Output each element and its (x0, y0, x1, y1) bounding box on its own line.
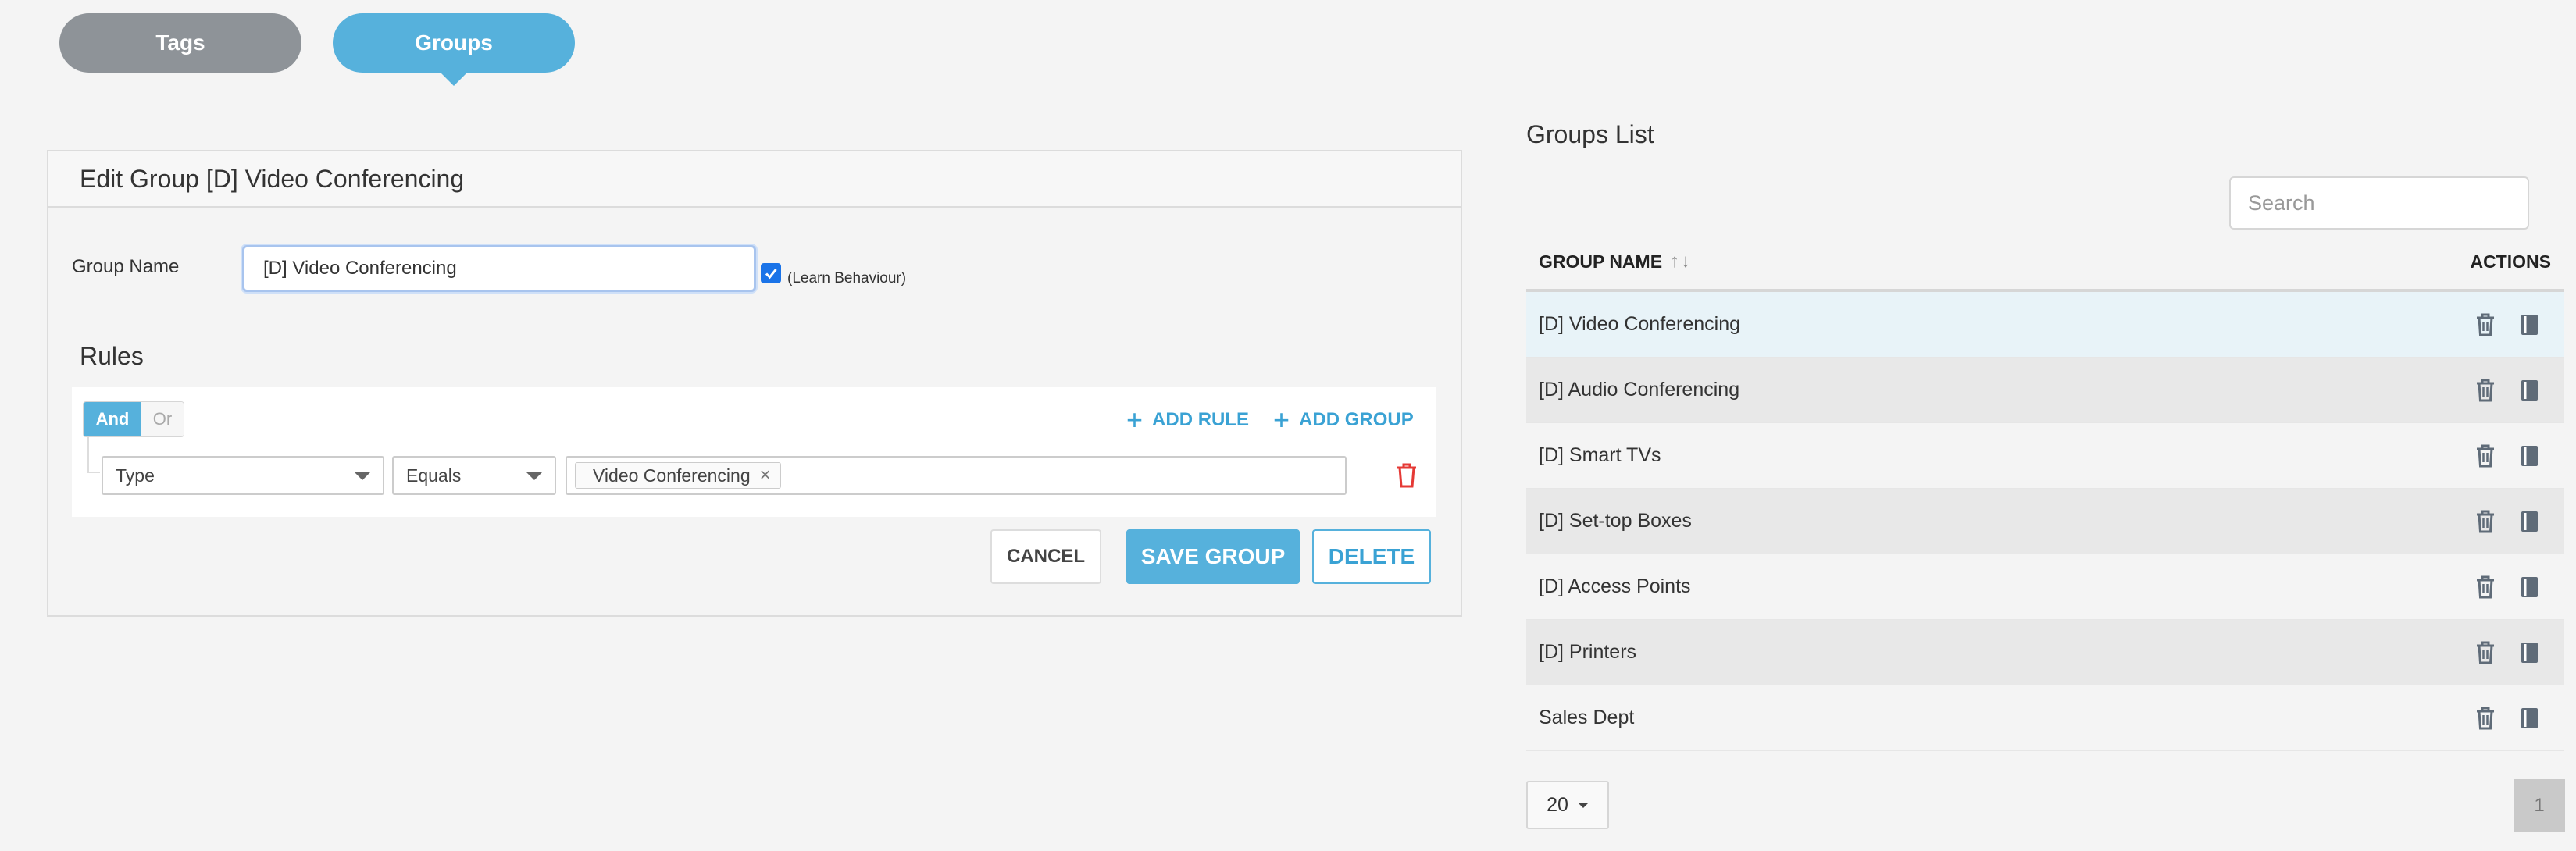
row-actions (2474, 707, 2564, 730)
learn-behaviour-checkbox[interactable] (761, 263, 781, 283)
trash-icon[interactable] (2474, 707, 2496, 730)
table-row[interactable]: Sales Dept (1526, 685, 2564, 751)
edit-group-title: Edit Group [D] Video Conferencing (48, 151, 1461, 208)
or-button[interactable]: Or (141, 402, 184, 436)
actions-column-header: ACTIONS (2470, 251, 2552, 272)
tab-groups[interactable]: Groups (333, 13, 575, 73)
rules-builder: And Or + ADD RULE + ADD GROUP Type Equal… (72, 387, 1436, 517)
rule-value-chip-label: Video Conferencing (593, 465, 751, 486)
rule-value-input[interactable]: Video Conferencing × (566, 456, 1347, 495)
trash-icon[interactable] (2474, 379, 2496, 402)
row-actions (2474, 641, 2564, 664)
table-header: GROUP NAME ↑↓ ACTIONS (1526, 234, 2564, 292)
save-group-button[interactable]: SAVE GROUP (1126, 529, 1300, 584)
chevron-down-icon (526, 472, 542, 480)
add-rule-button[interactable]: + ADD RULE (1126, 406, 1249, 434)
details-icon[interactable] (2518, 575, 2540, 599)
table-row[interactable]: [D] Audio Conferencing (1526, 358, 2564, 423)
rule-field-select[interactable]: Type (102, 456, 384, 495)
and-button[interactable]: And (84, 402, 141, 436)
row-actions (2474, 313, 2564, 336)
group-name-header-label: GROUP NAME (1539, 251, 1663, 272)
chevron-down-icon (1577, 802, 1589, 808)
row-actions (2474, 379, 2564, 402)
add-group-label: ADD GROUP (1299, 409, 1414, 430)
row-actions (2474, 575, 2564, 599)
group-name-input[interactable] (242, 245, 756, 292)
rules-heading: Rules (80, 342, 144, 370)
group-name-label: Group Name (72, 256, 180, 277)
search-input[interactable] (2229, 176, 2529, 230)
plus-icon: + (1126, 404, 1144, 436)
page-size-value: 20 (1547, 793, 1568, 816)
table-row[interactable]: [D] Set-top Boxes (1526, 489, 2564, 554)
details-icon[interactable] (2518, 707, 2540, 730)
details-icon[interactable] (2518, 379, 2540, 402)
learn-behaviour-label: (Learn Behaviour) (787, 270, 907, 287)
group-name-cell: [D] Video Conferencing (1539, 313, 1741, 335)
groups-list-title: Groups List (1526, 120, 1654, 148)
groups-table: GROUP NAME ↑↓ ACTIONS [D] Video Conferen… (1526, 234, 2564, 751)
group-name-cell: [D] Smart TVs (1539, 444, 1661, 466)
rule-value-chip: Video Conferencing × (575, 462, 781, 489)
trash-icon[interactable] (2474, 641, 2496, 664)
delete-group-button[interactable]: DELETE (1312, 529, 1431, 584)
add-group-button[interactable]: + ADD GROUP (1273, 406, 1414, 434)
row-actions (2474, 444, 2564, 468)
edit-group-panel: Edit Group [D] Video Conferencing Group … (47, 150, 1462, 617)
details-icon[interactable] (2518, 641, 2540, 664)
and-or-toggle: And Or (83, 401, 184, 437)
group-name-cell: [D] Access Points (1539, 575, 1691, 597)
trash-icon[interactable] (2474, 575, 2496, 599)
trash-icon[interactable] (2474, 444, 2496, 468)
details-icon[interactable] (2518, 510, 2540, 533)
rule-operator-select[interactable]: Equals (392, 456, 556, 495)
checkmark-icon (765, 269, 777, 280)
plus-icon: + (1273, 404, 1290, 436)
delete-rule-icon[interactable] (1395, 462, 1418, 489)
tab-tags[interactable]: Tags (59, 13, 301, 73)
table-row[interactable]: [D] Video Conferencing (1526, 292, 2564, 358)
group-name-cell: [D] Printers (1539, 641, 1637, 663)
page-size-select[interactable]: 20 (1526, 781, 1609, 829)
group-name-cell: [D] Set-top Boxes (1539, 510, 1692, 532)
table-row[interactable]: [D] Printers (1526, 620, 2564, 685)
details-icon[interactable] (2518, 313, 2540, 336)
rule-connector (87, 437, 100, 473)
group-name-column-header: GROUP NAME ↑↓ (1526, 251, 2471, 272)
group-name-cell: [D] Audio Conferencing (1539, 379, 1740, 401)
group-name-cell: Sales Dept (1539, 707, 1635, 728)
trash-icon[interactable] (2474, 313, 2496, 336)
pagination-page-button[interactable]: 1 (2514, 779, 2565, 832)
table-row[interactable]: [D] Access Points (1526, 554, 2564, 620)
chevron-down-icon (355, 472, 370, 480)
table-body: [D] Video Conferencing [D] Audio Conferen… (1526, 292, 2564, 751)
trash-icon[interactable] (2474, 510, 2496, 533)
sort-icon[interactable]: ↑↓ (1670, 251, 1692, 272)
cancel-button[interactable]: CANCEL (990, 529, 1101, 584)
remove-chip-icon[interactable]: × (760, 465, 771, 486)
rule-operator-value: Equals (406, 465, 462, 486)
details-icon[interactable] (2518, 444, 2540, 468)
add-rule-label: ADD RULE (1152, 409, 1250, 430)
rule-field-value: Type (116, 465, 155, 486)
row-actions (2474, 510, 2564, 533)
table-row[interactable]: [D] Smart TVs (1526, 423, 2564, 489)
